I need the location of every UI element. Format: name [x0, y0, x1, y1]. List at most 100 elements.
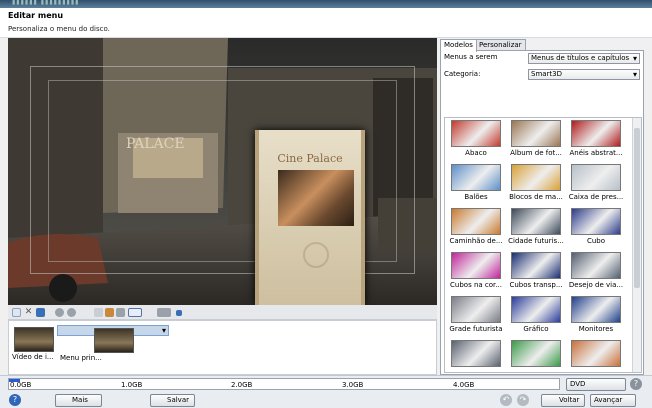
template-name: Anéis abstrat... [569, 149, 623, 157]
editor-body: PALACE Cine Palace ✕ Vídeo de i... Menu … [0, 38, 652, 375]
delete-icon[interactable]: ✕ [24, 308, 33, 317]
scrollbar-thumb[interactable] [634, 128, 640, 288]
template-name: Ábaco [465, 149, 487, 157]
template-name: Desejo de via... [568, 281, 624, 289]
menus-select[interactable]: Menus de títulos e capítulos [528, 53, 640, 64]
template-name: Grade futurista [449, 325, 503, 333]
capacity-tick: 3.0GB [342, 381, 364, 389]
back-button-label: Voltar [559, 396, 580, 404]
template-name: Caixa de pres... [568, 193, 624, 201]
template-item[interactable]: Monitores [567, 296, 625, 340]
new-icon[interactable] [12, 308, 21, 317]
menu-card-title[interactable]: Cine Palace [259, 152, 361, 165]
scene-toolbar: ✕ [8, 305, 437, 320]
template-thumbnail [511, 296, 561, 323]
category-select[interactable]: Smart3D [528, 69, 640, 80]
template-item[interactable]: Caixa de pres... [567, 164, 625, 208]
template-thumbnail [571, 252, 621, 279]
template-name: Monitores [578, 325, 614, 333]
capacity-tick: 4.0GB [453, 381, 475, 389]
next-button[interactable]: Avançar [590, 394, 636, 407]
menu-preview[interactable]: PALACE Cine Palace [8, 38, 437, 305]
wand-tool-icon[interactable] [116, 308, 125, 317]
template-thumbnail [511, 252, 561, 279]
scene-thumb-intro[interactable]: Vídeo de i... [11, 325, 57, 371]
save-icon[interactable] [36, 308, 45, 317]
template-item[interactable]: Cubos transp... [507, 252, 565, 296]
template-name: Cubos na cor... [450, 281, 502, 289]
template-thumbnail [511, 164, 561, 191]
template-item[interactable] [567, 340, 625, 372]
next-button-label: Avançar [594, 396, 623, 404]
grid-icon[interactable] [176, 310, 182, 316]
save-button[interactable]: Salvar [150, 394, 195, 407]
editor-window: Editar menu Personaliza o menu do disco.… [0, 8, 652, 408]
properties-dropdown-icon[interactable] [157, 308, 171, 317]
template-thumbnail [451, 120, 501, 147]
menus-label: Menus a serem [444, 53, 498, 61]
template-thumbnail [511, 120, 561, 147]
template-name: Álbum de fot... [510, 149, 562, 157]
scene-thumb-main-menu[interactable]: Menu prin... [57, 325, 169, 362]
right-panel: Modelos Personalizar Menus a serem Menus… [440, 38, 644, 375]
template-name: Cubos transp... [509, 281, 563, 289]
template-item[interactable]: Blocos de ma... [507, 164, 565, 208]
template-item[interactable] [507, 340, 565, 372]
menu-card-photo[interactable] [278, 170, 354, 226]
page-subtitle: Personaliza o menu do disco. [8, 25, 110, 33]
capacity-tick: 1.0GB [121, 381, 143, 389]
help-icon[interactable]: ? [9, 394, 21, 406]
template-item[interactable]: Balões [447, 164, 505, 208]
template-item[interactable]: Ábaco [447, 120, 505, 164]
template-item[interactable]: Desejo de via... [567, 252, 625, 296]
redo-icon[interactable]: ↷ [517, 394, 529, 406]
template-item[interactable]: Gráfico [507, 296, 565, 340]
capacity-help-icon[interactable]: ? [630, 378, 642, 390]
menu-card-emblem [303, 242, 329, 268]
template-grid: Ábaco Álbum de fot... Anéis abstrat... Balõ… [444, 117, 642, 373]
capacity-tick: 2.0GB [231, 381, 253, 389]
template-thumbnail [571, 296, 621, 323]
back-button[interactable]: Voltar [541, 394, 585, 407]
template-item[interactable]: Cidade futuris... [507, 208, 565, 252]
scene-thumb-image [93, 328, 134, 353]
layout-dropdown-icon[interactable] [128, 308, 142, 317]
scene-thumb-image [14, 327, 54, 352]
page-title: Editar menu [8, 11, 64, 20]
tab-templates[interactable]: Modelos [440, 39, 477, 52]
template-thumbnail [571, 164, 621, 191]
template-thumbnail [571, 120, 621, 147]
templates-panel: Menus a serem Menus de títulos e capítul… [440, 50, 644, 375]
template-item[interactable]: Grade futurista [447, 296, 505, 340]
template-thumbnail [451, 340, 501, 367]
scene-strip: Vídeo de i... Menu prin... [8, 320, 437, 375]
template-scrollbar[interactable] [632, 118, 641, 372]
next-icon[interactable] [67, 308, 76, 317]
titlebar-text: ▮▮▮▮▮▮ ▮▮▮▮▮▮▮▮▮ [12, 0, 80, 6]
template-name: Cubo [586, 237, 606, 245]
template-name: Caminhão de... [449, 237, 503, 245]
template-thumbnail [511, 340, 561, 367]
disc-type-select[interactable]: DVD [566, 378, 626, 391]
edit-tool-icon[interactable] [105, 308, 114, 317]
template-item[interactable]: Cubos na cor... [447, 252, 505, 296]
template-item[interactable]: Anéis abstrat... [567, 120, 625, 164]
save-button-label: Salvar [167, 396, 189, 404]
previous-icon[interactable] [55, 308, 64, 317]
template-name: Blocos de ma... [509, 193, 563, 201]
template-item[interactable]: Cubo [567, 208, 625, 252]
menu-card[interactable]: Cine Palace [255, 130, 365, 305]
capacity-bar: 0.0GB 1.0GB 2.0GB 3.0GB 4.0GB [8, 378, 560, 390]
template-thumbnail [451, 164, 501, 191]
template-item[interactable] [447, 340, 505, 372]
template-item[interactable]: Caminhão de... [447, 208, 505, 252]
template-thumbnail [571, 208, 621, 235]
template-name: Gráfico [523, 325, 549, 333]
more-button[interactable]: Mais >> [55, 394, 102, 408]
template-thumbnail [451, 296, 501, 323]
template-thumbnail [451, 252, 501, 279]
hand-tool-icon[interactable] [94, 308, 103, 317]
undo-icon[interactable]: ↶ [500, 394, 512, 406]
template-name: Balões [464, 193, 488, 201]
template-item[interactable]: Álbum de fot... [507, 120, 565, 164]
